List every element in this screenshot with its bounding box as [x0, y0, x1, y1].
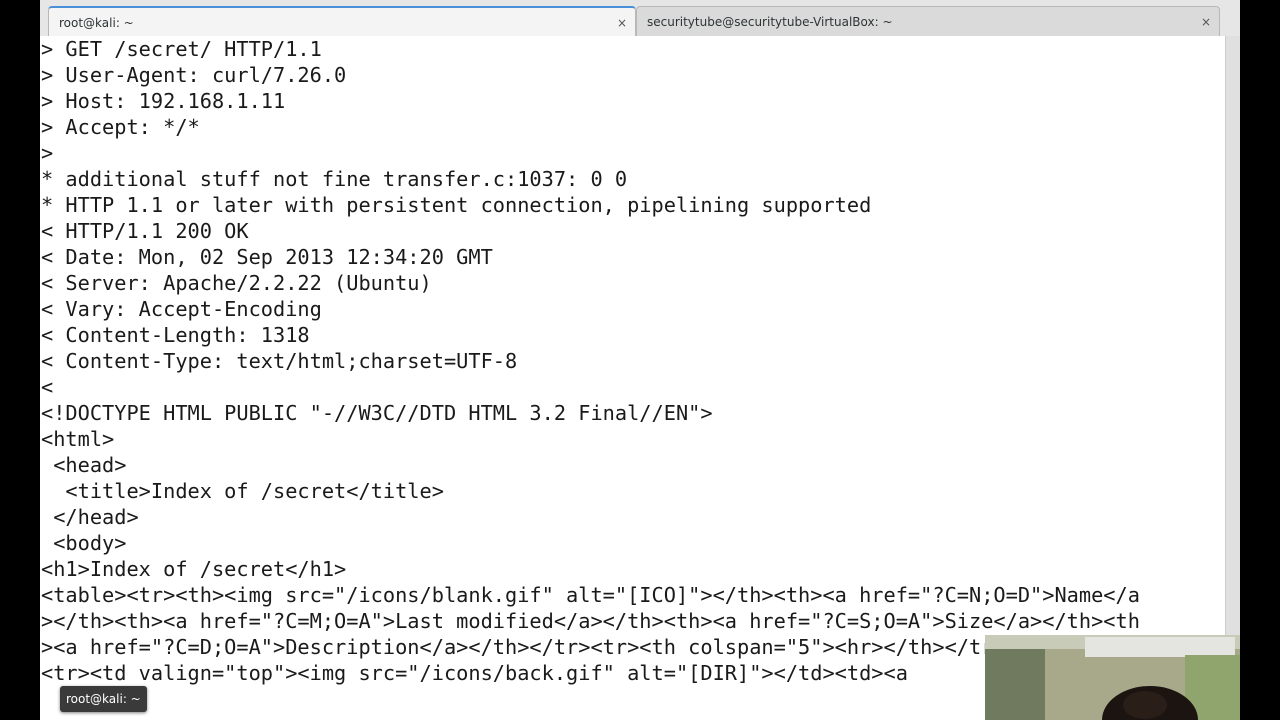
terminal-line: </head>	[41, 505, 139, 529]
webcam-image	[985, 635, 1240, 720]
webcam-overlay	[985, 635, 1240, 720]
terminal-line: <head>	[41, 453, 127, 477]
terminal-line: <html>	[41, 427, 115, 451]
terminal-line: ><a href="?C=D;O=A">Description</a></th>…	[41, 635, 1006, 659]
terminal-line: < Date: Mon, 02 Sep 2013 12:34:20 GMT	[41, 245, 493, 269]
terminal-line: < Server: Apache/2.2.22 (Ubuntu)	[41, 271, 432, 295]
terminal-line: < HTTP/1.1 200 OK	[41, 219, 249, 243]
tab-label: securitytube@securitytube-VirtualBox: ~	[647, 15, 893, 29]
tab-label: root@kali: ~	[59, 16, 134, 30]
close-icon[interactable]: ×	[617, 8, 627, 38]
terminal-line: >	[41, 141, 54, 165]
terminal-line: <body>	[41, 531, 127, 555]
terminal-line: < Vary: Accept-Encoding	[41, 297, 322, 321]
terminal-line: ></th><th><a href="?C=M;O=A">Last modifi…	[41, 609, 1140, 633]
terminal-line: < Content-Length: 1318	[41, 323, 310, 347]
terminal-line: <tr><td valign="top"><img src="/icons/ba…	[41, 661, 908, 685]
terminal-line: <title>Index of /secret</title>	[41, 479, 444, 503]
tab-bar: root@kali: ~ × securitytube@securitytube…	[40, 0, 1240, 37]
tab-securitytube-virtualbox[interactable]: securitytube@securitytube-VirtualBox: ~ …	[636, 6, 1220, 36]
terminal-line: > User-Agent: curl/7.26.0	[41, 63, 347, 87]
terminal-line: > GET /secret/ HTTP/1.1	[41, 37, 322, 61]
vertical-scrollbar[interactable]	[1225, 36, 1240, 720]
terminal-line: * HTTP 1.1 or later with persistent conn…	[41, 193, 872, 217]
terminal-line: <!DOCTYPE HTML PUBLIC "-//W3C//DTD HTML …	[41, 401, 713, 425]
terminal-line: > Host: 192.168.1.11	[41, 89, 286, 113]
taskbar-tooltip: root@kali: ~	[60, 686, 147, 712]
terminal-line: <	[41, 375, 54, 399]
terminal-output[interactable]: > GET /secret/ HTTP/1.1 > User-Agent: cur…	[40, 36, 1226, 720]
terminal-line: > Accept: */*	[41, 115, 200, 139]
terminal-line: <h1>Index of /secret</h1>	[41, 557, 347, 581]
close-icon[interactable]: ×	[1201, 7, 1211, 37]
tab-root-kali[interactable]: root@kali: ~ ×	[48, 6, 636, 36]
terminal-line: < Content-Type: text/html;charset=UTF-8	[41, 349, 518, 373]
terminal-line: <table><tr><th><img src="/icons/blank.gi…	[41, 583, 1140, 607]
terminal-window: root@kali: ~ × securitytube@securitytube…	[40, 0, 1240, 720]
terminal-line: * additional stuff not fine transfer.c:1…	[41, 167, 628, 191]
